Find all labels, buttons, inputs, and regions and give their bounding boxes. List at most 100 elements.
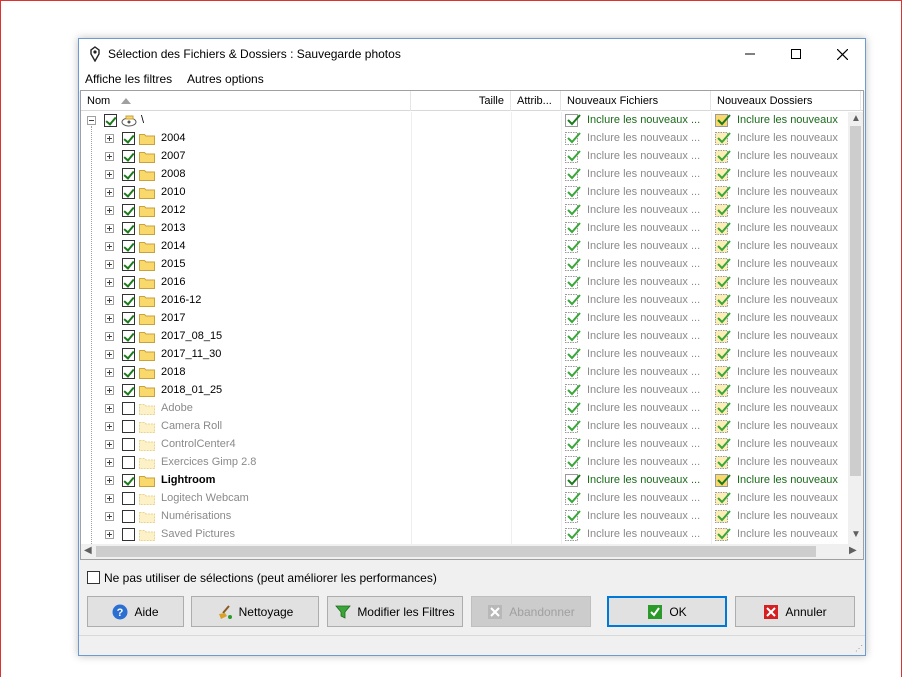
menu-show-filters[interactable]: Affiche les filtres bbox=[85, 72, 172, 86]
scroll-right-icon[interactable]: ▶ bbox=[849, 545, 857, 556]
folder-checkbox[interactable] bbox=[122, 294, 135, 307]
include-folders-icon[interactable] bbox=[715, 276, 731, 290]
include-files-icon[interactable] bbox=[565, 528, 581, 542]
scroll-left-icon[interactable]: ◀ bbox=[84, 545, 92, 556]
expand-icon[interactable] bbox=[105, 332, 114, 341]
tree-row[interactable]: 2015 Inclure les nouveaux ... Inclure les … bbox=[81, 256, 847, 274]
include-files-icon[interactable] bbox=[565, 312, 581, 326]
include-folders-icon[interactable] bbox=[715, 402, 731, 416]
horizontal-scrollbar[interactable]: ◀ ▶ bbox=[81, 544, 863, 559]
folder-checkbox[interactable] bbox=[122, 222, 135, 235]
include-files-icon[interactable] bbox=[565, 204, 581, 218]
edit-filters-button[interactable]: Modifier les Filtres bbox=[327, 596, 463, 627]
include-folders-icon[interactable] bbox=[715, 510, 731, 524]
tree-row[interactable]: 2018 Inclure les nouveaux ... Inclure les … bbox=[81, 364, 847, 382]
column-size[interactable]: Taille bbox=[411, 91, 511, 111]
maximize-button[interactable] bbox=[773, 39, 819, 69]
tree-row[interactable]: 2007 Inclure les nouveaux ... Inclure les … bbox=[81, 148, 847, 166]
include-folders-icon[interactable] bbox=[715, 528, 731, 542]
folder-checkbox[interactable] bbox=[122, 348, 135, 361]
tree-row[interactable]: 2017 Inclure les nouveaux ... Inclure les … bbox=[81, 310, 847, 328]
vertical-scrollbar[interactable]: ▲ ▼ bbox=[848, 112, 863, 544]
tree-row[interactable]: 2013 Inclure les nouveaux ... Inclure les … bbox=[81, 220, 847, 238]
folder-checkbox[interactable] bbox=[122, 240, 135, 253]
folder-checkbox[interactable] bbox=[122, 312, 135, 325]
include-folders-icon[interactable] bbox=[715, 348, 731, 362]
folder-checkbox[interactable] bbox=[122, 204, 135, 217]
include-files-icon[interactable] bbox=[565, 348, 581, 362]
expand-icon[interactable] bbox=[105, 314, 114, 323]
tree-row[interactable]: 2012 Inclure les nouveaux ... Inclure les … bbox=[81, 202, 847, 220]
no-selection-checkbox[interactable] bbox=[87, 571, 100, 585]
tree-row[interactable]: 2017_11_30 Inclure les nouveaux ... Inclur… bbox=[81, 346, 847, 364]
include-folders-icon[interactable] bbox=[715, 456, 731, 470]
include-folders-icon[interactable] bbox=[715, 168, 731, 182]
folder-checkbox[interactable] bbox=[122, 366, 135, 379]
horizontal-scroll-thumb[interactable] bbox=[96, 546, 816, 557]
expand-icon[interactable] bbox=[105, 152, 114, 161]
folder-checkbox[interactable] bbox=[122, 186, 135, 199]
root-checkbox[interactable] bbox=[104, 114, 117, 127]
include-files-icon[interactable] bbox=[565, 330, 581, 344]
include-files-icon[interactable] bbox=[565, 402, 581, 416]
expand-icon[interactable] bbox=[105, 386, 114, 395]
minimize-button[interactable] bbox=[727, 39, 773, 69]
include-files-icon[interactable] bbox=[565, 366, 581, 380]
tree-row[interactable]: Camera Roll Inclure les nouveaux ... Inclu… bbox=[81, 418, 847, 436]
folder-checkbox[interactable] bbox=[122, 402, 135, 415]
folder-checkbox[interactable] bbox=[122, 474, 135, 487]
folder-checkbox[interactable] bbox=[122, 456, 135, 469]
include-folders-icon[interactable] bbox=[715, 492, 731, 506]
column-attrib[interactable]: Attrib... bbox=[511, 91, 561, 111]
collapse-icon[interactable] bbox=[87, 116, 96, 125]
expand-icon[interactable] bbox=[105, 476, 114, 485]
include-files-icon[interactable] bbox=[565, 168, 581, 182]
tree-row[interactable]: ControlCenter4 Inclure les nouveaux ... In… bbox=[81, 436, 847, 454]
include-folders-icon[interactable] bbox=[715, 294, 731, 308]
include-folders-icon[interactable] bbox=[715, 186, 731, 200]
tree-row[interactable]: Saved Pictures Inclure les nouveaux ... In… bbox=[81, 526, 847, 544]
cleanup-button[interactable]: Nettoyage bbox=[191, 596, 319, 627]
include-folders-icon[interactable] bbox=[715, 384, 731, 398]
no-selection-option[interactable]: Ne pas utiliser de sélections (peut amél… bbox=[87, 571, 437, 585]
include-files-icon[interactable] bbox=[565, 294, 581, 308]
include-files-icon[interactable] bbox=[565, 438, 581, 452]
folder-checkbox[interactable] bbox=[122, 330, 135, 343]
expand-icon[interactable] bbox=[105, 224, 114, 233]
expand-icon[interactable] bbox=[105, 494, 114, 503]
column-name[interactable]: Nom bbox=[81, 91, 411, 111]
include-files-icon[interactable] bbox=[565, 492, 581, 506]
include-folders-icon[interactable] bbox=[715, 474, 731, 488]
folder-checkbox[interactable] bbox=[122, 276, 135, 289]
include-files-icon[interactable] bbox=[565, 384, 581, 398]
expand-icon[interactable] bbox=[105, 512, 114, 521]
tree-row[interactable]: 2010 Inclure les nouveaux ... Inclure les … bbox=[81, 184, 847, 202]
folder-checkbox[interactable] bbox=[122, 510, 135, 523]
column-new-folders[interactable]: Nouveaux Dossiers bbox=[711, 91, 861, 111]
tree-row[interactable]: Exercices Gimp 2.8 Inclure les nouveaux .… bbox=[81, 454, 847, 472]
help-button[interactable]: ? Aide bbox=[87, 596, 184, 627]
folder-checkbox[interactable] bbox=[122, 384, 135, 397]
expand-icon[interactable] bbox=[105, 242, 114, 251]
expand-icon[interactable] bbox=[105, 260, 114, 269]
expand-icon[interactable] bbox=[105, 458, 114, 467]
expand-icon[interactable] bbox=[105, 278, 114, 287]
include-files-icon[interactable] bbox=[565, 114, 581, 128]
folder-checkbox[interactable] bbox=[122, 132, 135, 145]
include-files-icon[interactable] bbox=[565, 186, 581, 200]
scroll-down-icon[interactable]: ▼ bbox=[851, 529, 861, 540]
include-folders-icon[interactable] bbox=[715, 240, 731, 254]
folder-checkbox[interactable] bbox=[122, 420, 135, 433]
tree-row[interactable]: Numérisations Inclure les nouveaux ... Inc… bbox=[81, 508, 847, 526]
folder-checkbox[interactable] bbox=[122, 492, 135, 505]
include-folders-icon[interactable] bbox=[715, 366, 731, 380]
include-folders-icon[interactable] bbox=[715, 438, 731, 452]
include-folders-icon[interactable] bbox=[715, 204, 731, 218]
expand-icon[interactable] bbox=[105, 350, 114, 359]
include-folders-icon[interactable] bbox=[715, 114, 731, 128]
include-folders-icon[interactable] bbox=[715, 330, 731, 344]
menu-other-options[interactable]: Autres options bbox=[187, 72, 264, 86]
tree-row[interactable]: 2016 Inclure les nouveaux ... Inclure les … bbox=[81, 274, 847, 292]
tree-row[interactable]: Adobe Inclure les nouveaux ... Inclure les… bbox=[81, 400, 847, 418]
resize-grip-icon[interactable]: ⋰ bbox=[855, 644, 863, 653]
